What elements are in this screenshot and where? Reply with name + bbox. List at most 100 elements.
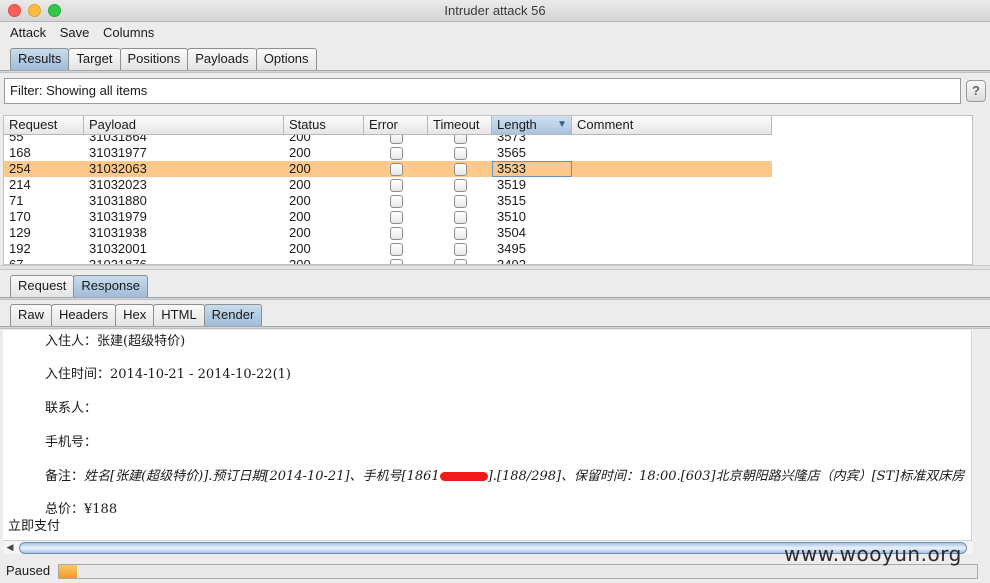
main-tabs-underline — [0, 70, 990, 73]
column-header-comment[interactable]: Comment — [572, 116, 772, 135]
table-row[interactable]: 168 31031977 200 3565 — [4, 145, 772, 161]
cell-request: 170 — [9, 209, 31, 224]
help-button[interactable]: ? — [966, 80, 986, 102]
cell-length: 3495 — [497, 241, 526, 256]
error-checkbox — [389, 178, 403, 192]
tab-target[interactable]: Target — [68, 48, 121, 70]
tab-hex[interactable]: Hex — [115, 304, 155, 326]
tab-html[interactable]: HTML — [153, 304, 205, 326]
tab-headers[interactable]: Headers — [51, 304, 117, 326]
view-tabs-underline — [0, 326, 990, 329]
error-checkbox — [389, 135, 403, 144]
column-header-status[interactable]: Status — [284, 116, 364, 135]
table-row[interactable]: 254 31032063 200 3533 — [4, 161, 772, 177]
error-checkbox — [389, 146, 403, 160]
cell-timeout — [428, 145, 492, 161]
cell-payload: 31031876 — [89, 257, 147, 265]
results-table: Request Payload Status Error Timeout Len… — [3, 115, 973, 265]
cell-error — [364, 225, 428, 241]
error-checkbox — [389, 162, 403, 176]
cell-status: 200 — [289, 177, 311, 192]
attack-progress-fill — [59, 565, 78, 578]
note-text-start: 姓名[张建(超级特价)].预订日期[2014-10-21]、手机号[1861 — [84, 469, 440, 484]
cell-comment — [572, 145, 772, 161]
cell-payload: 31031938 — [89, 225, 147, 240]
render-scroll-up-icon[interactable]: ▲ — [972, 332, 973, 344]
tab-results[interactable]: Results — [10, 48, 70, 70]
table-body: 55 31031864 200 3573 168 31031977 200 3565 254 31… — [4, 135, 772, 265]
cell-length: 3573 — [497, 135, 526, 144]
attack-progress-bar — [58, 564, 978, 579]
menu-bar: Attack Save Columns — [0, 22, 990, 43]
timeout-checkbox — [453, 135, 467, 144]
zoom-window-button[interactable] — [48, 4, 61, 17]
timeout-checkbox — [453, 146, 467, 160]
table-row[interactable]: 214 31032023 200 3519 — [4, 177, 772, 193]
table-vertical-scrollbar[interactable]: ▲ ▼ — [972, 135, 973, 265]
cell-timeout — [428, 209, 492, 225]
cell-timeout — [428, 135, 492, 145]
column-header-payload[interactable]: Payload — [84, 116, 284, 135]
cell-status: 200 — [289, 257, 311, 265]
column-header-error[interactable]: Error — [364, 116, 428, 135]
timeout-checkbox — [453, 226, 467, 240]
table-row[interactable]: 71 31031880 200 3515 — [4, 193, 772, 209]
table-row[interactable]: 67 31031876 200 3492 — [4, 257, 772, 265]
filter-bar[interactable]: Filter: Showing all items — [4, 78, 961, 104]
tab-positions[interactable]: Positions — [119, 48, 189, 70]
watermark: www.wooyun.org — [784, 542, 962, 566]
render-scroll-down-icon[interactable]: ▼ — [972, 526, 973, 538]
detail-tabs: Request Response — [10, 275, 148, 297]
tab-raw[interactable]: Raw — [10, 304, 53, 326]
menu-columns[interactable]: Columns — [98, 22, 159, 43]
view-tabs: Raw Headers Hex HTML Render — [10, 304, 263, 326]
table-row[interactable]: 129 31031938 200 3504 — [4, 225, 772, 241]
table-header: Request Payload Status Error Timeout Len… — [4, 116, 772, 135]
column-header-timeout[interactable]: Timeout — [428, 116, 492, 135]
timeout-checkbox — [453, 194, 467, 208]
detail-tabs-underline — [0, 297, 990, 300]
table-row[interactable]: 55 31031864 200 3573 — [4, 135, 772, 145]
status-text: Paused — [6, 563, 51, 578]
tab-render[interactable]: Render — [203, 304, 263, 326]
close-window-button[interactable] — [8, 4, 21, 17]
cell-comment — [572, 225, 772, 241]
scroll-left-arrow-icon[interactable]: ◀ — [3, 541, 17, 553]
minimize-window-button[interactable] — [28, 4, 41, 17]
pay-now-link[interactable]: 立即支付 — [8, 515, 60, 534]
cell-timeout — [428, 193, 492, 209]
cell-status: 200 — [289, 161, 311, 176]
cell-status: 200 — [289, 241, 311, 256]
menu-save[interactable]: Save — [55, 22, 95, 43]
table-row[interactable]: 170 31031979 200 3510 — [4, 209, 772, 225]
error-checkbox — [389, 226, 403, 240]
cell-length: 3492 — [497, 257, 526, 265]
tab-response[interactable]: Response — [73, 275, 148, 297]
render-vertical-scrollbar[interactable]: ▲ ▼ — [971, 330, 973, 540]
cell-error — [364, 241, 428, 257]
cell-timeout — [428, 177, 492, 193]
cell-length: 3504 — [497, 225, 526, 240]
table-row[interactable]: 192 31032001 200 3495 — [4, 241, 772, 257]
cell-payload: 31031977 — [89, 145, 147, 160]
contact-line: 联系人： — [45, 401, 98, 416]
cell-length: 3519 — [497, 177, 526, 192]
column-header-request[interactable]: Request — [4, 116, 84, 135]
cell-comment — [572, 161, 772, 177]
cell-status: 200 — [289, 225, 311, 240]
cell-length: 3565 — [497, 145, 526, 160]
tab-options[interactable]: Options — [255, 48, 317, 70]
timeout-checkbox — [453, 210, 467, 224]
timeout-checkbox — [453, 178, 467, 192]
cell-request: 71 — [9, 193, 24, 208]
window-title: Intruder attack 56 — [444, 3, 546, 18]
tab-request[interactable]: Request — [10, 275, 75, 297]
cell-request: 67 — [9, 257, 24, 265]
cell-status: 200 — [289, 145, 311, 160]
pane-splitter[interactable] — [0, 265, 990, 270]
tab-payloads[interactable]: Payloads — [187, 48, 257, 70]
column-header-length[interactable]: Length ▼ — [492, 116, 572, 135]
column-header-length-label: Length — [497, 117, 537, 132]
cell-status: 200 — [289, 209, 311, 224]
menu-attack[interactable]: Attack — [0, 22, 51, 43]
